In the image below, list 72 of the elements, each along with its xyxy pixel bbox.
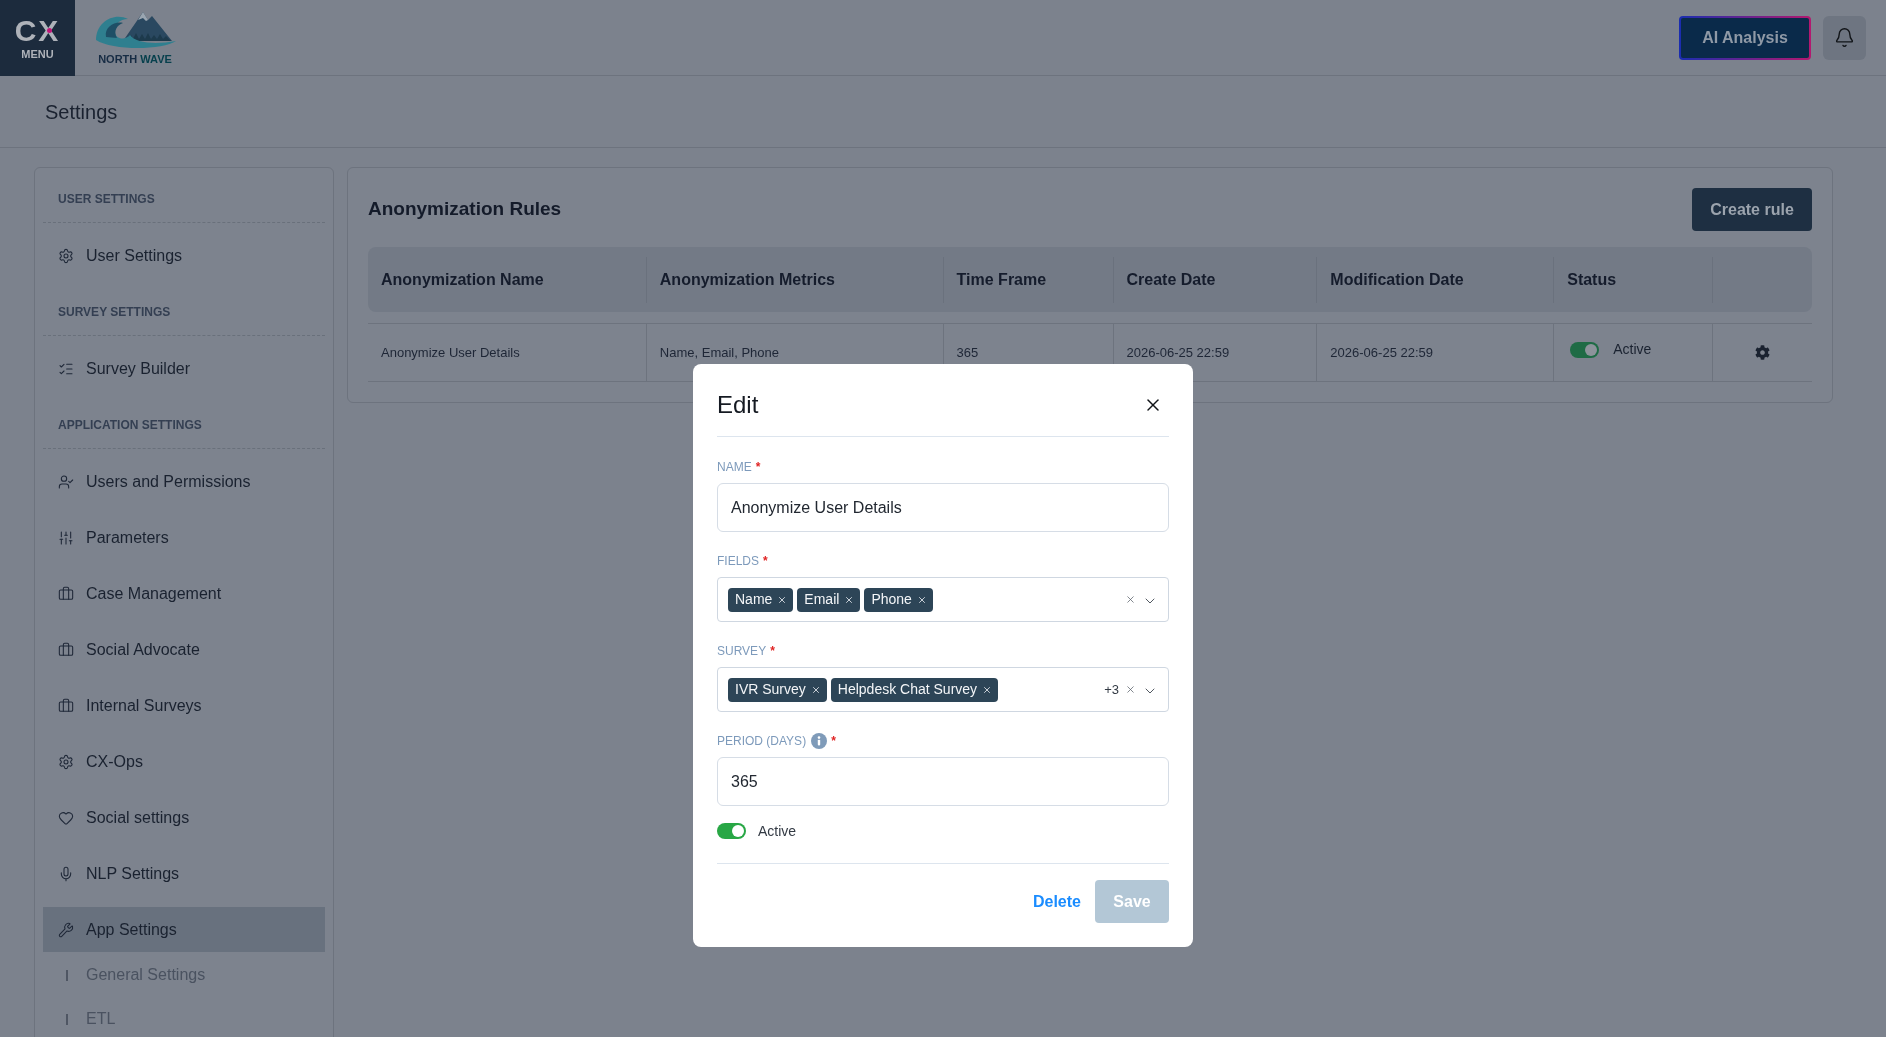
column-header: Time Frame [943, 256, 1114, 303]
panel-title: Anonymization Rules [368, 197, 562, 222]
remove-icon[interactable] [916, 594, 927, 605]
active-label: Active [758, 821, 797, 841]
text-input[interactable]: 365 [717, 757, 1169, 806]
column-header: Create Date [1113, 256, 1318, 303]
clear-icon[interactable] [1125, 594, 1136, 605]
field-label: FIELDS [717, 553, 759, 570]
briefcase-icon [58, 641, 74, 658]
sliders-icon [58, 529, 74, 546]
tag-label: Helpdesk Chat Survey [837, 680, 978, 699]
remove-icon[interactable] [777, 594, 788, 605]
sidebar-item[interactable]: CX-Ops [43, 739, 325, 784]
field-label: SURVEY [717, 643, 767, 660]
remove-icon[interactable] [844, 594, 855, 605]
multi-select-field[interactable]: IVR Survey Helpdesk Chat Survey +3 [717, 667, 1169, 712]
create-rule-button[interactable]: Create rule [1692, 188, 1812, 231]
sidebar-item[interactable]: Social Advocate [43, 627, 325, 672]
required-mark: * [755, 459, 761, 476]
sidebar-item[interactable]: Case Management [43, 571, 325, 616]
required-mark: * [770, 643, 775, 660]
required-mark: * [763, 553, 768, 570]
brand-name: NORTH WAVE [98, 53, 172, 66]
remove-icon[interactable] [982, 684, 993, 695]
section-heading: SURVEY SETTINGS [57, 304, 172, 320]
sidebar-item[interactable]: Survey Builder [43, 346, 325, 391]
table-cell: Anonymize User Details [368, 324, 647, 381]
bell-icon [1834, 27, 1855, 48]
sidebar-item[interactable]: Parameters [43, 515, 325, 560]
multi-select-field[interactable]: Name Email Phone [717, 577, 1169, 622]
tag-label: IVR Survey [735, 680, 806, 699]
delete-button[interactable]: Delete [1032, 889, 1081, 914]
settings-icon[interactable] [1755, 345, 1771, 360]
gear-icon [58, 753, 74, 770]
section-heading: USER SETTINGS [57, 191, 156, 207]
briefcase-icon [58, 585, 74, 602]
column-header: Status [1554, 256, 1714, 303]
user-check-icon [58, 473, 74, 490]
ai-analysis-button[interactable]: AI Analysis [1679, 15, 1811, 60]
field-label: PERIOD (DAYS) [717, 733, 807, 750]
text-input[interactable]: Anonymize User Details [717, 483, 1169, 532]
wrench-icon [58, 921, 74, 938]
table-cell: 2026-06-25 22:59 [1317, 324, 1555, 381]
field-label: NAME [717, 459, 752, 476]
toggle-switch[interactable] [717, 823, 746, 839]
column-header: Anonymization Name [368, 256, 647, 303]
clear-icon[interactable] [1125, 684, 1136, 695]
more-count: +3 [1104, 680, 1119, 699]
sidebar-item[interactable]: User Settings [43, 233, 325, 278]
heart-icon [58, 809, 74, 826]
sidebar-item[interactable]: Social settings [43, 795, 325, 840]
sidebar-item[interactable]: NLP Settings [43, 851, 325, 896]
sidebar-item[interactable]: Internal Surveys [43, 683, 325, 728]
toggle-switch[interactable] [1570, 341, 1600, 358]
microphone-icon [58, 865, 74, 882]
status-label: Active [1613, 340, 1652, 359]
page-title: Settings [45, 99, 118, 125]
sidebar-item[interactable]: App Settings [43, 907, 325, 952]
tag-label: Phone [871, 590, 912, 609]
dialog-title: Edit [717, 390, 759, 420]
tag-label: Email [804, 590, 840, 609]
section-heading: APPLICATION SETTINGS [57, 417, 203, 433]
notifications-button[interactable] [1823, 15, 1866, 60]
tag-label: Name [735, 590, 773, 609]
column-header: Anonymization Metrics [646, 256, 944, 303]
remove-icon[interactable] [810, 684, 821, 695]
briefcase-icon [58, 697, 74, 714]
column-header: Modification Date [1317, 256, 1555, 303]
menu-button[interactable]: CX MENU [0, 0, 75, 76]
gear-icon [58, 247, 74, 264]
required-mark: * [831, 733, 836, 750]
sidebar-item[interactable]: Users and Permissions [43, 459, 325, 504]
